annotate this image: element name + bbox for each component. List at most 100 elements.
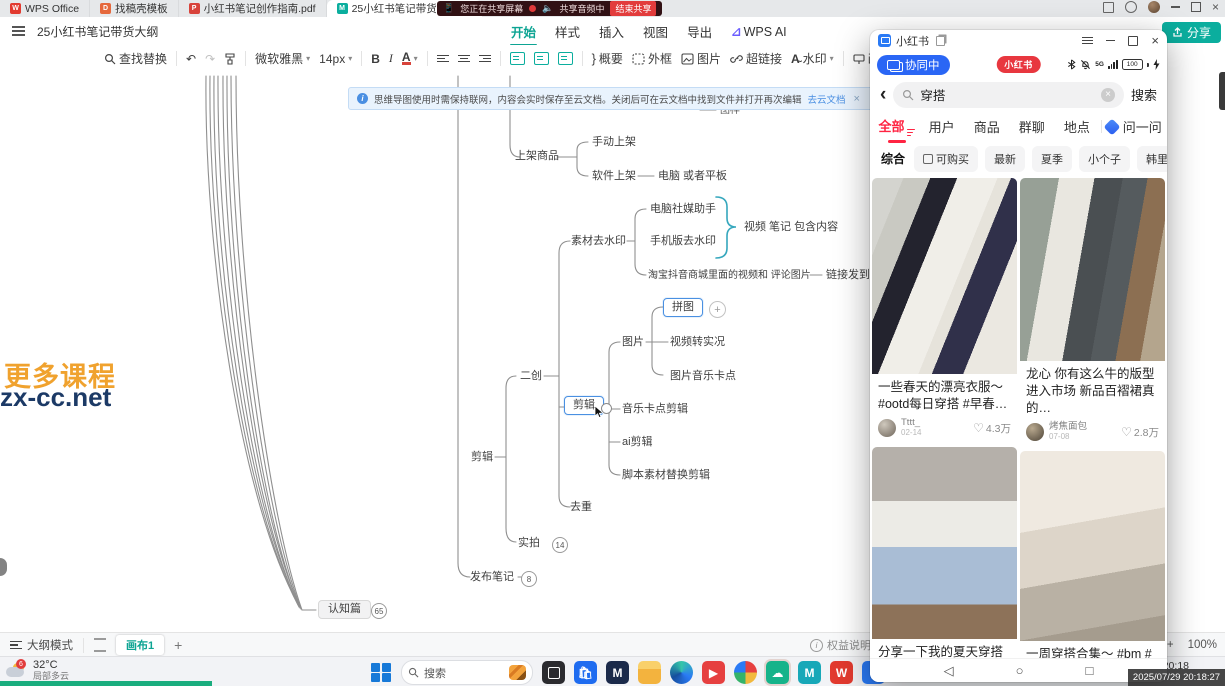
maximize-icon[interactable]: [1191, 2, 1201, 12]
android-home-button[interactable]: ○: [1016, 663, 1024, 678]
canvas-tab-1[interactable]: 画布1: [116, 635, 164, 655]
tab-places[interactable]: 地点: [1054, 117, 1099, 136]
chip-korean-style[interactable]: 韩里韩气: [1137, 146, 1167, 172]
mindmap-node[interactable]: 素材去水印: [571, 235, 626, 248]
stop-share-button[interactable]: 结束共享: [610, 1, 656, 16]
mindmap-node[interactable]: 二创: [520, 370, 542, 383]
like-button[interactable]: ♡4.3万: [973, 421, 1011, 436]
avatar[interactable]: [1026, 423, 1044, 441]
font-size-select[interactable]: 14px▾: [319, 52, 352, 66]
align-center-button[interactable]: [458, 55, 470, 63]
sidebar-collapse-handle[interactable]: [0, 558, 7, 576]
chip-comprehensive[interactable]: 综合: [879, 145, 907, 172]
avatar[interactable]: [878, 419, 896, 437]
phone-menu-icon[interactable]: [1082, 37, 1093, 45]
align-right-button[interactable]: [479, 55, 491, 63]
start-button[interactable]: [370, 662, 392, 684]
mindmap-node[interactable]: 剪辑: [471, 451, 493, 464]
hamburger-menu-icon[interactable]: [12, 26, 25, 36]
feed-card[interactable]: 一些春天的漂亮衣服～ #ootd每日穿搭 #早春… Tttt_02-14 ♡4.…: [872, 178, 1017, 444]
wps-cloud-icon[interactable]: ☁: [766, 661, 789, 684]
outline-button[interactable]: }概要: [592, 50, 623, 67]
feed-card[interactable]: 一周穿搭合集～ #bm #春季穿搭 #每日穿搭 #日…: [1020, 451, 1165, 658]
mindmap-node[interactable]: 发布笔记: [470, 571, 514, 584]
outline-mode-button[interactable]: 大纲模式: [10, 637, 73, 653]
result-feed[interactable]: 一些春天的漂亮衣服～ #ootd每日穿搭 #早春… Tttt_02-14 ♡4.…: [870, 176, 1167, 658]
mindmap-node[interactable]: 电脑 或者平板: [658, 170, 727, 183]
menu-export[interactable]: 导出: [686, 18, 713, 45]
collab-mode-button[interactable]: 协同中: [877, 55, 950, 75]
menu-style[interactable]: 样式: [554, 18, 581, 45]
add-child-node-button[interactable]: +: [709, 301, 726, 318]
menu-insert[interactable]: 插入: [598, 18, 625, 45]
tab-template-doc[interactable]: D 找稿壳模板: [90, 0, 179, 17]
chip-petite[interactable]: 小个子: [1079, 146, 1130, 172]
banner-close-icon[interactable]: ×: [854, 93, 860, 105]
photos-app-icon[interactable]: [734, 661, 757, 684]
mindmap-node[interactable]: 图片: [622, 336, 644, 349]
clear-search-icon[interactable]: ×: [1101, 88, 1115, 102]
phone-close-icon[interactable]: ×: [1151, 36, 1159, 46]
mindmap-node[interactable]: ai剪辑: [622, 436, 653, 449]
menu-wps-ai[interactable]: ⊿WPS AI: [730, 20, 788, 43]
task-view-button[interactable]: [542, 661, 565, 684]
mindmap-node[interactable]: 实拍: [518, 537, 540, 550]
media-player-icon[interactable]: M: [606, 661, 629, 684]
insert-topic-button[interactable]: [510, 52, 525, 65]
insert-subtopic-button[interactable]: [534, 52, 549, 65]
mindmap-node[interactable]: 视频 笔记 包含内容: [744, 221, 838, 234]
phone-maximize-icon[interactable]: [1128, 36, 1138, 46]
phone-window-titlebar[interactable]: 小红书 ×: [870, 30, 1167, 51]
apps-grid-icon[interactable]: [1103, 2, 1114, 13]
mindmap-node[interactable]: 音乐卡点剪辑: [622, 403, 688, 416]
format-painter-button[interactable]: [224, 53, 236, 65]
feed-card[interactable]: 龙心 你有这么牛的版型进入市场 新品百褶裙真的… 烤焦面包07-08 ♡2.8万: [1020, 178, 1165, 448]
back-chevron-icon[interactable]: ‹: [880, 86, 886, 104]
tab-users[interactable]: 用户: [919, 117, 964, 136]
chip-summer[interactable]: 夏季: [1032, 146, 1072, 172]
insert-relation-button[interactable]: [558, 52, 573, 65]
red-app-icon[interactable]: ▶: [702, 661, 725, 684]
hyperlink-button[interactable]: 超链接: [730, 50, 782, 67]
avatar[interactable]: [1148, 1, 1160, 13]
mindmap-node[interactable]: 上架商品: [515, 150, 559, 163]
frame-button[interactable]: 外框: [632, 50, 672, 67]
mindmap-node[interactable]: 软件上架: [592, 170, 636, 183]
tab-pdf-guide[interactable]: P 小红书笔记创作指南.pdf: [179, 0, 327, 17]
mindmap-node[interactable]: 手动上架: [592, 136, 636, 149]
tab-groups[interactable]: 群聊: [1009, 117, 1054, 136]
font-family-select[interactable]: 微软雅黑▾: [255, 50, 310, 67]
rights-info[interactable]: i 权益说明: [810, 637, 871, 653]
globe-icon[interactable]: [1125, 1, 1137, 13]
mindmap-node[interactable]: 淘宝抖音商城里面的视频和 评论图片: [648, 269, 811, 282]
android-recents-button[interactable]: □: [1086, 663, 1094, 678]
taskbar-search-input[interactable]: 搜索: [401, 660, 533, 685]
chip-purchasable[interactable]: 可购买: [914, 146, 978, 172]
italic-button[interactable]: I: [389, 51, 393, 66]
search-submit-button[interactable]: 搜索: [1131, 85, 1157, 104]
watermark-button[interactable]: A̴水印▾: [791, 50, 834, 67]
tab-goods[interactable]: 商品: [964, 117, 1009, 136]
image-button[interactable]: 图片: [681, 50, 721, 67]
menu-view[interactable]: 视图: [642, 18, 669, 45]
minimize-icon[interactable]: [1171, 6, 1180, 8]
wps-office-icon[interactable]: W: [830, 661, 853, 684]
bold-button[interactable]: B: [371, 52, 380, 66]
zoom-in-button[interactable]: +: [1167, 639, 1174, 651]
align-left-button[interactable]: [437, 55, 449, 63]
file-explorer-icon[interactable]: [638, 661, 661, 684]
teal-app-icon[interactable]: M: [798, 661, 821, 684]
layers-icon[interactable]: [94, 638, 106, 652]
edge-browser-icon[interactable]: [670, 661, 693, 684]
search-input[interactable]: 穿搭 ×: [893, 82, 1124, 108]
mindmap-node-selected[interactable]: 拼图: [663, 298, 703, 317]
mindmap-node[interactable]: 视频转实况: [670, 336, 725, 349]
redo-button[interactable]: ↷: [205, 52, 215, 66]
font-color-button[interactable]: A▾: [402, 52, 418, 65]
mindmap-node[interactable]: 图片音乐卡点: [670, 370, 736, 383]
undo-button[interactable]: ↶: [186, 52, 196, 66]
share-button[interactable]: 分享: [1162, 22, 1221, 43]
mindmap-node[interactable]: 链接发到: [826, 269, 870, 282]
tab-ask[interactable]: 问一问: [1104, 117, 1163, 136]
mindmap-node[interactable]: 去重: [570, 501, 592, 514]
